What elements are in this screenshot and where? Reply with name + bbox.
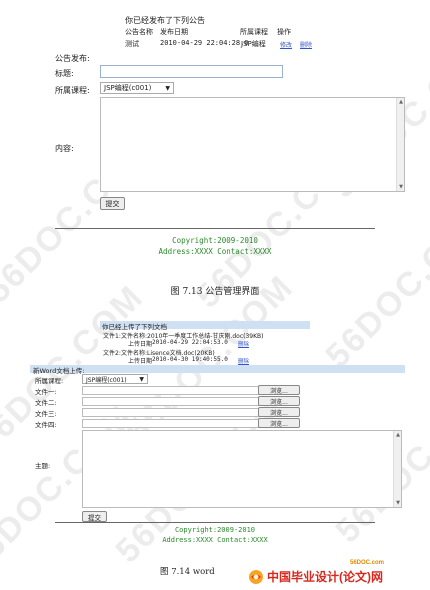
chevron-down-icon: ▼	[139, 375, 144, 383]
course-select[interactable]: JSP编程(c001) ▼	[100, 82, 174, 94]
file-two-input[interactable]	[82, 397, 260, 406]
row-course: JSP编程	[241, 40, 266, 48]
column-course: 所属课程	[240, 28, 268, 36]
site-url: 56DOC.com	[350, 560, 385, 566]
scrollbar[interactable]: ▲ ▼	[396, 98, 404, 191]
column-action: 操作	[277, 28, 291, 36]
file-one-label: 文件一:	[35, 388, 57, 396]
file-four-input[interactable]	[82, 419, 260, 428]
content-textarea[interactable]: ▲ ▼	[100, 97, 405, 192]
upload-course-select[interactable]: JSP编程(c001) ▼	[82, 374, 148, 384]
chevron-down-icon: ▼	[165, 84, 170, 92]
scroll-up-icon[interactable]: ▲	[397, 98, 405, 106]
scroll-up-icon[interactable]: ▲	[394, 431, 402, 439]
published-header: 你已经发布了下列公告	[125, 16, 205, 25]
footer-address: Address:XXXX Contact:XXXX	[162, 536, 268, 544]
file1-label: 文件1:	[103, 333, 121, 340]
globe-icon	[249, 569, 263, 584]
file1-date-label: 上传日期	[128, 341, 153, 348]
brand-name: 中国毕业设计(论文)网	[267, 570, 383, 584]
file-one-input[interactable]	[82, 386, 260, 395]
content-label: 内容:	[55, 144, 74, 153]
edit-link[interactable]: 修改	[280, 40, 292, 49]
upload-course-label: 所属课程:	[35, 377, 64, 385]
file-three-input[interactable]	[82, 408, 260, 417]
submit-button[interactable]: 提交	[100, 197, 125, 210]
brand-logo: 中国毕业设计(论文)网	[248, 568, 383, 585]
announcement-panel: 你已经发布了下列公告 公告名称 发布日期 所属课程 操作 测试 2010-04-…	[40, 10, 405, 225]
scrollbar[interactable]: ▲ ▼	[393, 431, 401, 507]
scroll-down-icon[interactable]: ▼	[394, 499, 402, 507]
file-three-label: 文件三:	[35, 410, 57, 418]
course-label: 所属课程:	[55, 86, 90, 95]
scroll-down-icon[interactable]: ▼	[397, 183, 405, 191]
file-four-browse-button[interactable]: 浏览...	[258, 418, 300, 428]
file-two-label: 文件二:	[35, 399, 57, 407]
column-date: 发布日期	[160, 28, 188, 36]
figure-caption: 图 7.13 公告管理界面	[170, 287, 260, 297]
file2-date: 2010-04-30 19:40:55.0	[152, 356, 228, 363]
upload-submit-button[interactable]: 提交	[82, 511, 107, 522]
footer-address: Address:XXXX Contact:XXXX	[158, 247, 272, 256]
file2-label: 文件2:	[103, 350, 121, 357]
uploaded-header-bar: 你已经上传了下列文档	[100, 321, 310, 331]
publish-label: 公告发布:	[55, 54, 90, 63]
file-one-browse-button[interactable]: 浏览...	[258, 385, 300, 395]
file2-date-label: 上传日期	[128, 358, 153, 365]
title-input[interactable]	[100, 65, 283, 78]
subject-textarea[interactable]: ▲ ▼	[82, 430, 402, 508]
divider	[55, 228, 375, 229]
upload-panel: 你已经上传了下列文档 文件1: 文件名称:2010年一季度工作总结-甘庆刚.do…	[30, 318, 405, 522]
file2-delete-link[interactable]: 删除	[238, 357, 249, 365]
file1-date: 2010-04-29 22:04:53.0	[152, 339, 228, 346]
column-name: 公告名称	[125, 28, 153, 36]
row-name: 测试	[125, 40, 139, 48]
row-date: 2010-04-29 22:04:28.0	[160, 39, 249, 47]
footer-copyright: Copyright:2009-2010	[174, 526, 256, 534]
title-label: 标题:	[55, 69, 74, 78]
upload-header-bar: 新Word文档上传:	[30, 365, 405, 375]
delete-link[interactable]: 删除	[300, 40, 312, 49]
footer-copyright: Copyright:2009-2010	[172, 236, 258, 245]
divider	[55, 522, 375, 523]
file1-delete-link[interactable]: 删除	[238, 340, 249, 348]
file-four-label: 文件四:	[35, 421, 57, 429]
figure-caption: 图 7.14 word	[160, 567, 215, 577]
file-three-browse-button[interactable]: 浏览...	[258, 407, 300, 417]
subject-label: 主题:	[35, 462, 51, 470]
file-two-browse-button[interactable]: 浏览...	[258, 396, 300, 406]
